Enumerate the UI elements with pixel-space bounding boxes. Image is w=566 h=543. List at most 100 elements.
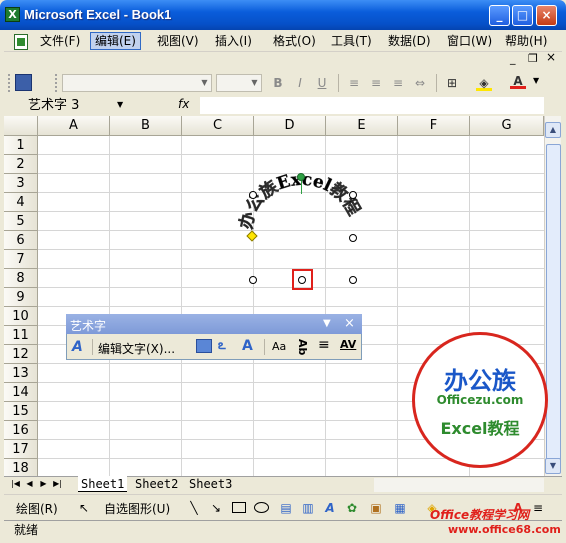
- same-letter-heights-icon[interactable]: Aa: [272, 340, 286, 353]
- chevron-down-icon[interactable]: ▼: [323, 318, 331, 329]
- resize-handle-mid-right[interactable]: [349, 234, 357, 242]
- first-sheet-icon[interactable]: |◀: [10, 477, 21, 491]
- row-header[interactable]: 12: [4, 345, 38, 364]
- menu-edit[interactable]: 编辑(E): [90, 32, 141, 50]
- rotation-handle[interactable]: [297, 173, 305, 181]
- excel-app-icon[interactable]: X: [5, 7, 20, 22]
- row-header[interactable]: 14: [4, 383, 38, 402]
- resize-handle-top-right[interactable]: [349, 191, 357, 199]
- underline-icon[interactable]: U: [314, 75, 330, 91]
- wordart-toolbar-titlebar[interactable]: [66, 314, 362, 334]
- column-header-c[interactable]: C: [182, 116, 254, 136]
- align-right-icon[interactable]: ≡: [390, 75, 406, 91]
- wordart-gallery-icon[interactable]: [196, 339, 212, 353]
- font-size-combo[interactable]: ▼: [216, 74, 262, 92]
- doc-close-button[interactable]: ×: [546, 50, 556, 64]
- minimize-button[interactable]: _: [489, 5, 510, 26]
- scroll-down-button[interactable]: ▼: [545, 458, 561, 474]
- row-header[interactable]: 11: [4, 326, 38, 345]
- column-header-e[interactable]: E: [326, 116, 398, 136]
- row-header[interactable]: 8: [4, 269, 38, 288]
- sheet-tab-3[interactable]: Sheet3: [186, 476, 235, 492]
- sheet-tab-2[interactable]: Sheet2: [132, 476, 181, 492]
- last-sheet-icon[interactable]: ▶|: [52, 477, 63, 491]
- row-header[interactable]: 17: [4, 440, 38, 459]
- row-header[interactable]: 6: [4, 231, 38, 250]
- font-name-combo[interactable]: ▼: [62, 74, 212, 92]
- diagram-icon[interactable]: ✿: [344, 500, 360, 516]
- alignment-icon[interactable]: ≡: [318, 337, 330, 353]
- menu-help[interactable]: 帮助(H): [501, 32, 551, 50]
- select-objects-icon[interactable]: ↖: [76, 500, 92, 516]
- edit-text-button[interactable]: 编辑文字(X)...: [98, 340, 175, 357]
- workbook-icon[interactable]: [14, 34, 28, 50]
- menu-window[interactable]: 窗口(W): [443, 32, 496, 50]
- line-icon[interactable]: ╲: [186, 500, 202, 516]
- sheet-tab-1[interactable]: Sheet1: [78, 476, 128, 492]
- row-header[interactable]: 10: [4, 307, 38, 326]
- row-header[interactable]: 18: [4, 459, 38, 476]
- clipart-icon[interactable]: ▣: [368, 500, 384, 516]
- merge-center-icon[interactable]: ⇔: [412, 75, 428, 91]
- picture-icon[interactable]: ▦: [392, 500, 408, 516]
- wordart-icon[interactable]: A: [322, 500, 338, 516]
- row-header[interactable]: 1: [4, 136, 38, 155]
- resize-handle-bottom-left[interactable]: [249, 276, 257, 284]
- autoshapes-menu[interactable]: 自选图形(U): [104, 500, 170, 517]
- close-icon[interactable]: ×: [344, 316, 355, 331]
- fill-color-icon[interactable]: ◈: [476, 75, 492, 91]
- row-header[interactable]: 4: [4, 193, 38, 212]
- rectangle-icon[interactable]: [232, 502, 246, 513]
- column-header-b[interactable]: B: [110, 116, 182, 136]
- horizontal-scrollbar[interactable]: [374, 478, 544, 492]
- italic-icon[interactable]: I: [292, 75, 308, 91]
- menu-view[interactable]: 视图(V): [153, 32, 203, 50]
- bold-icon[interactable]: B: [270, 75, 286, 91]
- resize-handle-top-left[interactable]: [249, 191, 257, 199]
- character-spacing-icon[interactable]: AV: [340, 338, 356, 351]
- menu-tools[interactable]: 工具(T): [327, 32, 376, 50]
- align-left-icon[interactable]: ≡: [346, 75, 362, 91]
- chevron-down-icon[interactable]: ▼: [117, 100, 123, 109]
- vertical-scroll-thumb[interactable]: [546, 144, 561, 464]
- column-header-d[interactable]: D: [254, 116, 326, 136]
- wordart-shape-icon[interactable]: A: [242, 338, 253, 354]
- toolbar-grip-2[interactable]: [55, 74, 59, 92]
- prev-sheet-icon[interactable]: ◀: [24, 477, 35, 491]
- arrow-icon[interactable]: ↘: [208, 500, 224, 516]
- insert-function-icon[interactable]: fx: [178, 97, 189, 111]
- row-header[interactable]: 3: [4, 174, 38, 193]
- oval-icon[interactable]: [254, 502, 269, 513]
- scroll-up-button[interactable]: ▲: [545, 122, 561, 138]
- line-style-icon[interactable]: ≡: [530, 500, 546, 516]
- column-header-a[interactable]: A: [38, 116, 110, 136]
- maximize-button[interactable]: □: [512, 5, 533, 26]
- menu-data[interactable]: 数据(D): [384, 32, 435, 50]
- next-sheet-icon[interactable]: ▶: [38, 477, 49, 491]
- doc-restore-button[interactable]: ❐: [528, 52, 538, 65]
- row-header[interactable]: 9: [4, 288, 38, 307]
- vertical-text-icon[interactable]: Ab: [296, 339, 309, 355]
- draw-menu[interactable]: 绘图(R): [16, 500, 58, 517]
- textbox-icon[interactable]: ▤: [278, 500, 294, 516]
- font-color-icon[interactable]: A: [510, 73, 526, 89]
- format-wordart-icon[interactable]: ఽ: [218, 338, 226, 356]
- row-header[interactable]: 5: [4, 212, 38, 231]
- row-header[interactable]: 15: [4, 402, 38, 421]
- row-header[interactable]: 16: [4, 421, 38, 440]
- row-header[interactable]: 2: [4, 155, 38, 174]
- menu-insert[interactable]: 插入(I): [211, 32, 256, 50]
- borders-icon[interactable]: ⊞: [444, 75, 460, 91]
- save-icon[interactable]: [15, 74, 32, 91]
- column-header-g[interactable]: G: [470, 116, 544, 136]
- row-header[interactable]: 13: [4, 364, 38, 383]
- vertical-textbox-icon[interactable]: ▥: [300, 500, 316, 516]
- formula-input[interactable]: [200, 97, 544, 114]
- toolbar-grip[interactable]: [8, 74, 12, 92]
- select-all-corner[interactable]: [4, 116, 38, 136]
- row-header[interactable]: 7: [4, 250, 38, 269]
- close-button[interactable]: ×: [536, 5, 557, 26]
- align-center-icon[interactable]: ≡: [368, 75, 384, 91]
- vertical-scrollbar[interactable]: ▲ ▼: [544, 116, 561, 476]
- doc-minimize-button[interactable]: _: [510, 52, 516, 65]
